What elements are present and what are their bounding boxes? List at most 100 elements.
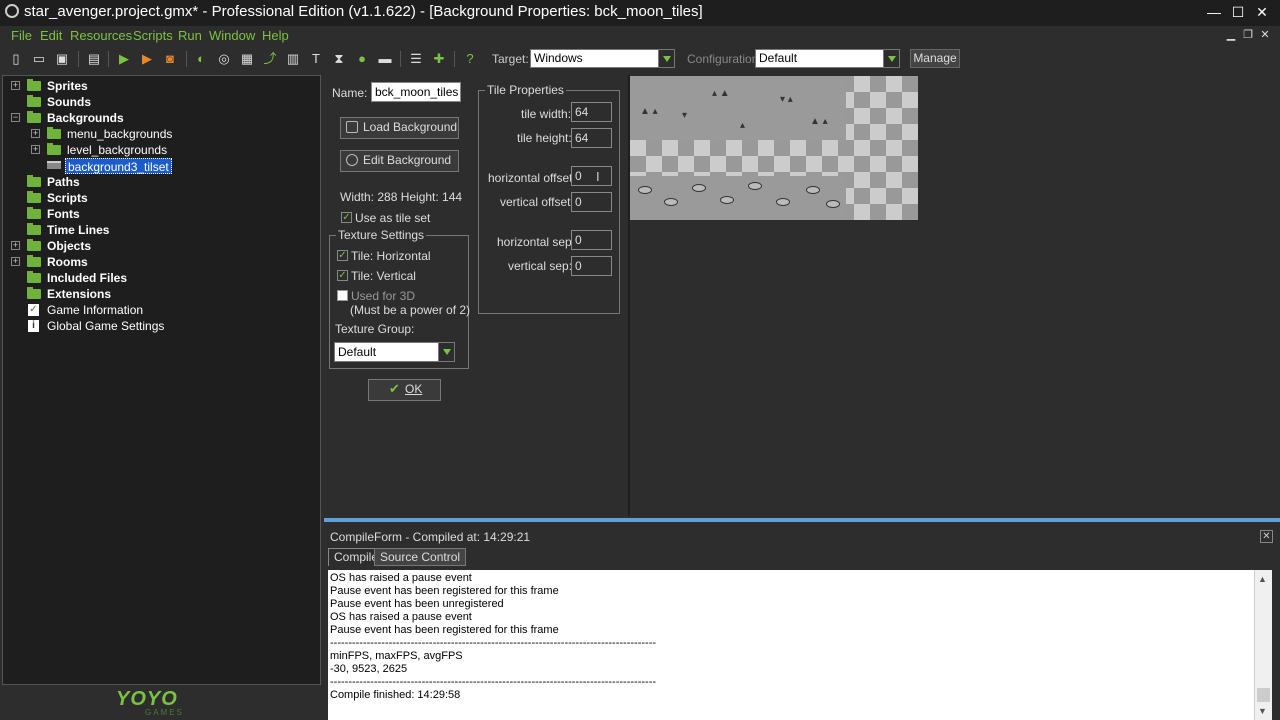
vertical-sep-input[interactable]: [571, 256, 612, 276]
debug-game-icon[interactable]: ▶: [139, 51, 155, 67]
compile-log-scrollbar[interactable]: ▲ ▼: [1254, 570, 1272, 720]
create-path-icon[interactable]: ⤴: [262, 51, 278, 67]
compile-form: CompileForm - Compiled at: 14:29:21 ✕ Co…: [324, 518, 1280, 720]
tree-item-included-files[interactable]: Included Files: [47, 270, 127, 286]
expand-icon[interactable]: +: [11, 257, 20, 266]
create-room-icon[interactable]: ▬: [377, 51, 393, 67]
create-executable-icon[interactable]: ▤: [86, 51, 102, 67]
close-button[interactable]: ✕: [1251, 2, 1273, 22]
yoyo-logo-subtitle: GAMES: [145, 708, 184, 717]
target-select[interactable]: Windows: [530, 49, 675, 68]
horizontal-sep-input[interactable]: [571, 230, 612, 250]
configuration-value: Default: [759, 51, 798, 65]
horizontal-offset-input[interactable]: [571, 166, 612, 186]
tree-item-sprites[interactable]: Sprites: [47, 78, 88, 94]
tree-item-backgrounds[interactable]: Backgrounds: [47, 110, 124, 126]
tile-vertical-label: Tile: Vertical: [351, 269, 416, 283]
help-icon[interactable]: ?: [462, 51, 478, 67]
tree-item-objects[interactable]: Objects: [47, 238, 91, 254]
log-line: OS has raised a pause event: [330, 572, 472, 584]
name-input[interactable]: [371, 82, 461, 102]
new-project-icon[interactable]: ▯: [8, 51, 24, 67]
create-font-icon[interactable]: T: [308, 51, 324, 67]
create-background-icon[interactable]: ▦: [239, 51, 255, 67]
game-information-icon[interactable]: ☰: [408, 51, 424, 67]
menu-help[interactable]: Help: [262, 28, 289, 43]
expand-icon[interactable]: +: [31, 145, 40, 154]
tree-item-paths[interactable]: Paths: [47, 174, 80, 190]
manage-button[interactable]: Manage: [910, 49, 960, 68]
scroll-down-icon[interactable]: ▼: [1258, 706, 1267, 716]
tree-item-extensions[interactable]: Extensions: [47, 286, 111, 302]
tree-item-rooms[interactable]: Rooms: [47, 254, 88, 270]
create-sprite-icon[interactable]: ◐: [193, 51, 209, 67]
ok-button[interactable]: ✔ OK: [368, 379, 441, 401]
log-line: Pause event has been unregistered: [330, 598, 504, 610]
tile-horizontal-checkbox[interactable]: ✓: [337, 250, 348, 261]
folder-icon: [27, 223, 41, 235]
minimize-button[interactable]: —: [1203, 2, 1225, 22]
menu-resources[interactable]: Resources: [70, 28, 132, 43]
compile-output-log[interactable]: OS has raised a pause event Pause event …: [328, 570, 1254, 720]
global-settings-icon[interactable]: ✚: [431, 51, 447, 67]
tree-item-level-backgrounds[interactable]: level_backgrounds: [67, 142, 167, 158]
tree-item-game-information[interactable]: Game Information: [47, 302, 143, 318]
create-sound-icon[interactable]: ◎: [216, 51, 232, 67]
texture-group-value: Default: [338, 345, 377, 359]
tree-item-fonts[interactable]: Fonts: [47, 206, 80, 222]
log-line: OS has raised a pause event: [330, 611, 472, 623]
horizontal-sep-label: horizontal sep:: [497, 235, 576, 249]
edit-background-button[interactable]: Edit Background: [340, 150, 459, 172]
expand-icon[interactable]: +: [31, 129, 40, 138]
tile-crack: ▾ ▴: [780, 94, 793, 105]
menu-window[interactable]: Window: [209, 28, 255, 43]
name-label: Name:: [332, 86, 368, 100]
tile-vertical-checkbox[interactable]: ✓: [337, 270, 348, 281]
use-as-tile-set-checkbox[interactable]: ✓: [341, 212, 352, 223]
save-project-icon[interactable]: ▣: [54, 51, 70, 67]
texture-settings-title: Texture Settings: [336, 228, 427, 242]
run-game-icon[interactable]: ▶: [116, 51, 132, 67]
create-object-icon[interactable]: ●: [354, 51, 370, 67]
menu-run[interactable]: Run: [178, 28, 202, 43]
close-icon[interactable]: ✕: [1260, 530, 1273, 543]
tree-item-global-game-settings[interactable]: Global Game Settings: [47, 318, 164, 334]
create-timeline-icon[interactable]: ⧗: [331, 51, 347, 67]
tree-item-sounds[interactable]: Sounds: [47, 94, 91, 110]
mdi-restore-icon[interactable]: ❐: [1241, 28, 1255, 41]
tree-item-menu-backgrounds[interactable]: menu_backgrounds: [67, 126, 172, 142]
palette-icon: [346, 154, 358, 166]
used-for-3d-checkbox[interactable]: [337, 290, 348, 301]
tree-item-time-lines[interactable]: Time Lines: [47, 222, 109, 238]
expand-icon[interactable]: +: [11, 241, 20, 250]
open-project-icon[interactable]: ▭: [31, 51, 47, 67]
tree-item-background3-tilset[interactable]: background3_tilset: [65, 158, 172, 174]
load-background-button[interactable]: Load Background: [340, 117, 459, 139]
texture-group-select[interactable]: Default: [334, 342, 455, 362]
tab-source-control[interactable]: Source Control: [374, 548, 467, 566]
maximize-button[interactable]: ☐: [1227, 2, 1249, 22]
collapse-icon[interactable]: −: [11, 113, 20, 122]
tile-horizontal-label: Tile: Horizontal: [351, 249, 431, 263]
folder-icon: [27, 287, 41, 299]
mdi-close-icon[interactable]: ✕: [1258, 28, 1272, 41]
configuration-select[interactable]: Default: [755, 49, 900, 68]
edit-background-label: Edit Background: [363, 153, 452, 167]
tile-height-input[interactable]: [571, 128, 612, 148]
menu-file[interactable]: File: [11, 28, 32, 43]
folder-icon: [27, 95, 41, 107]
mdi-minimize-icon[interactable]: ▁: [1224, 28, 1238, 41]
tile-width-input[interactable]: [571, 102, 612, 122]
expand-icon[interactable]: +: [11, 81, 20, 90]
clean-target-icon[interactable]: ◙: [162, 51, 178, 67]
scroll-up-icon[interactable]: ▲: [1258, 574, 1267, 584]
vertical-offset-input[interactable]: [571, 192, 612, 212]
menu-scripts[interactable]: Scripts: [133, 28, 173, 43]
menu-edit[interactable]: Edit: [40, 28, 62, 43]
tile-row-bottom: [630, 176, 846, 220]
folder-icon: [47, 127, 61, 139]
create-script-icon[interactable]: ▥: [285, 51, 301, 67]
tree-item-scripts[interactable]: Scripts: [47, 190, 88, 206]
scroll-thumb[interactable]: [1257, 688, 1270, 702]
resource-tree[interactable]: + Sprites Sounds − Backgrounds + menu_ba…: [2, 75, 321, 685]
